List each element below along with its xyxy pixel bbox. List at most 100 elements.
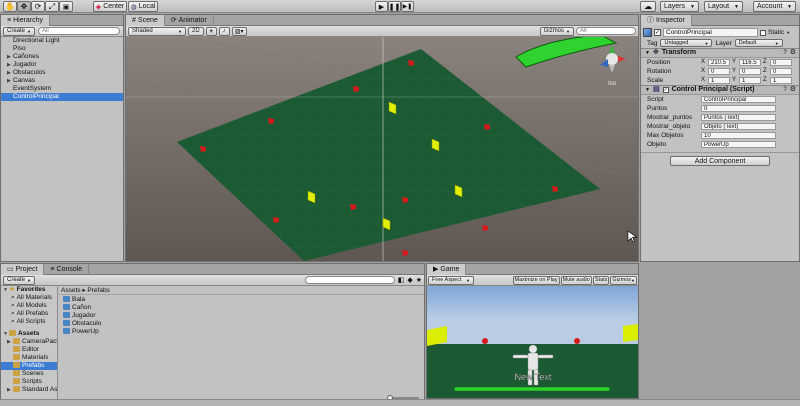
breadcrumb-prefabs[interactable]: Prefabs: [87, 287, 109, 294]
transform-z-field[interactable]: 1: [770, 77, 792, 84]
tab-animator[interactable]: ⟳ Animator: [165, 15, 214, 26]
cannon[interactable]: [408, 60, 414, 66]
tab-console[interactable]: ≡ Console: [44, 264, 90, 275]
transform-x-field[interactable]: 1: [708, 77, 730, 84]
script-component-header[interactable]: ▼ ▤ ✓ Control Principal (Script) ? ⚙: [641, 85, 799, 95]
transform-z-field[interactable]: 0: [770, 59, 792, 66]
asset-folder-item[interactable]: ▶ CameraPack: [1, 338, 57, 346]
maximize-on-play-toggle[interactable]: Maximize on Play: [512, 275, 560, 285]
move-tool-button[interactable]: ✥: [17, 1, 31, 12]
transform-header[interactable]: ▼ ✥ Transform ? ⚙: [641, 48, 799, 58]
settings-gear-icon[interactable]: ⚙: [790, 85, 796, 95]
hierarchy-item[interactable]: Piso: [1, 45, 123, 53]
tab-game[interactable]: ▶ Game: [427, 264, 467, 275]
pause-button[interactable]: ❚❚: [388, 1, 401, 12]
asset-folder-item[interactable]: Scenes: [1, 370, 57, 378]
filter-label-icon[interactable]: ◆: [407, 276, 412, 284]
script-field-value[interactable]: PowerUp: [701, 141, 776, 148]
hand-tool-button[interactable]: ✋: [3, 1, 17, 12]
transform-y-field[interactable]: 1: [739, 77, 761, 84]
object-name-field[interactable]: ControlPrincipal: [663, 28, 758, 37]
hierarchy-item[interactable]: ▶ Obstaculos: [1, 69, 123, 77]
scene-search-input[interactable]: [576, 27, 636, 35]
project-search-input[interactable]: [304, 276, 395, 284]
hierarchy-item[interactable]: ▶ Jugador: [1, 61, 123, 69]
scale-tool-button[interactable]: ⤢: [45, 1, 59, 12]
static-checkbox[interactable]: [760, 29, 766, 36]
effects-dropdown[interactable]: ▨▾: [231, 26, 247, 36]
gizmos-dropdown[interactable]: Gizmos ▼: [539, 26, 574, 36]
tag-dropdown[interactable]: Untagged ▼: [660, 39, 713, 47]
cannon[interactable]: [350, 204, 356, 210]
favorite-star-icon[interactable]: ★: [416, 276, 422, 284]
pivot-toggle-button[interactable]: ◈ Center: [93, 1, 127, 12]
asset-folder-item[interactable]: Prefabs: [1, 362, 57, 370]
game-viewport[interactable]: New Text: [427, 286, 638, 398]
hierarchy-create-button[interactable]: Create ▼: [3, 26, 35, 36]
layers-dropdown[interactable]: Layers ▼: [660, 1, 699, 12]
favorites-header[interactable]: ▼★ Favorites: [1, 286, 57, 294]
cannon[interactable]: [273, 217, 279, 223]
favorites-item[interactable]: ⌕ All Materials: [1, 294, 57, 302]
cannon[interactable]: [484, 124, 490, 130]
tab-inspector[interactable]: ⓘ Inspector: [641, 15, 692, 26]
favorites-item[interactable]: ⌕ All Models: [1, 302, 57, 310]
script-field-value[interactable]: Puntos (Text): [701, 114, 776, 121]
cannon[interactable]: [552, 186, 558, 192]
filter-type-icon[interactable]: ◧: [398, 276, 405, 284]
asset-folder-item[interactable]: Scripts: [1, 378, 57, 386]
transform-x-field[interactable]: 0: [708, 68, 730, 75]
transform-y-field[interactable]: 116.5: [739, 59, 761, 66]
help-icon[interactable]: ?: [783, 85, 786, 95]
play-button[interactable]: ▶: [375, 1, 388, 12]
mode-2d-toggle[interactable]: 2D: [188, 26, 204, 36]
hierarchy-item[interactable]: Directional Light: [1, 37, 123, 45]
tab-hierarchy[interactable]: ≡ Hierarchy: [1, 15, 51, 26]
favorites-item[interactable]: ⌕ All Scripts: [1, 318, 57, 326]
asset-folder-item[interactable]: Editor: [1, 346, 57, 354]
cannon[interactable]: [482, 225, 488, 231]
tab-project[interactable]: ▭ Project: [1, 264, 45, 275]
space-toggle-button[interactable]: ◍ Local: [128, 1, 158, 12]
asset-folder-item[interactable]: ▶ Standard As: [1, 386, 57, 394]
component-enabled-checkbox[interactable]: ✓: [662, 87, 669, 93]
cannon[interactable]: [402, 250, 408, 256]
prefab-item[interactable]: Bala: [59, 296, 424, 304]
settings-gear-icon[interactable]: ⚙: [790, 48, 796, 58]
cannon[interactable]: [200, 146, 206, 152]
script-field-value[interactable]: 10: [701, 132, 776, 139]
rect-tool-button[interactable]: ▣: [59, 1, 73, 12]
object-active-checkbox[interactable]: ✓: [654, 29, 661, 36]
transform-z-field[interactable]: 0: [770, 68, 792, 75]
layer-dropdown[interactable]: Default ▼: [734, 39, 783, 47]
lighting-toggle[interactable]: ☀: [205, 26, 217, 36]
transform-x-field[interactable]: 210.5: [708, 59, 730, 66]
cannon[interactable]: [402, 197, 408, 203]
aspect-dropdown[interactable]: Free Aspect ▼: [428, 275, 474, 285]
asset-folder-item[interactable]: Materials: [1, 354, 57, 362]
prefab-item[interactable]: Jugador: [59, 312, 424, 320]
script-field-value[interactable]: 0: [701, 105, 776, 112]
prefab-item[interactable]: PowerUp: [59, 328, 424, 336]
breadcrumb-assets[interactable]: Assets: [61, 287, 81, 294]
step-button[interactable]: ▶❚: [401, 1, 414, 12]
favorites-item[interactable]: ⌕ All Prefabs: [1, 310, 57, 318]
cannon[interactable]: [268, 118, 274, 124]
cloud-button[interactable]: ☁: [640, 1, 656, 12]
hierarchy-item[interactable]: ▶ Canvas: [1, 77, 123, 85]
hierarchy-item[interactable]: EventSystem: [1, 85, 123, 93]
hierarchy-item[interactable]: ▶ Cañones: [1, 53, 123, 61]
scene-viewport[interactable]: Iso: [126, 37, 639, 261]
account-dropdown[interactable]: Account ▼: [753, 1, 796, 12]
prefab-item[interactable]: Obstaculo: [59, 320, 424, 328]
hierarchy-item[interactable]: ControlPrincipal: [1, 93, 123, 101]
hierarchy-search-input[interactable]: [37, 27, 120, 35]
shading-dropdown[interactable]: Shaded ▼: [128, 26, 186, 36]
assets-header[interactable]: ▼ Assets: [1, 330, 57, 338]
prefab-item[interactable]: Cañon: [59, 304, 424, 312]
add-component-button[interactable]: Add Component: [670, 156, 770, 166]
script-field-value[interactable]: Objeto (Text): [701, 123, 776, 130]
transform-y-field[interactable]: 0: [739, 68, 761, 75]
rotate-tool-button[interactable]: ⟳: [31, 1, 45, 12]
help-icon[interactable]: ?: [783, 48, 786, 58]
